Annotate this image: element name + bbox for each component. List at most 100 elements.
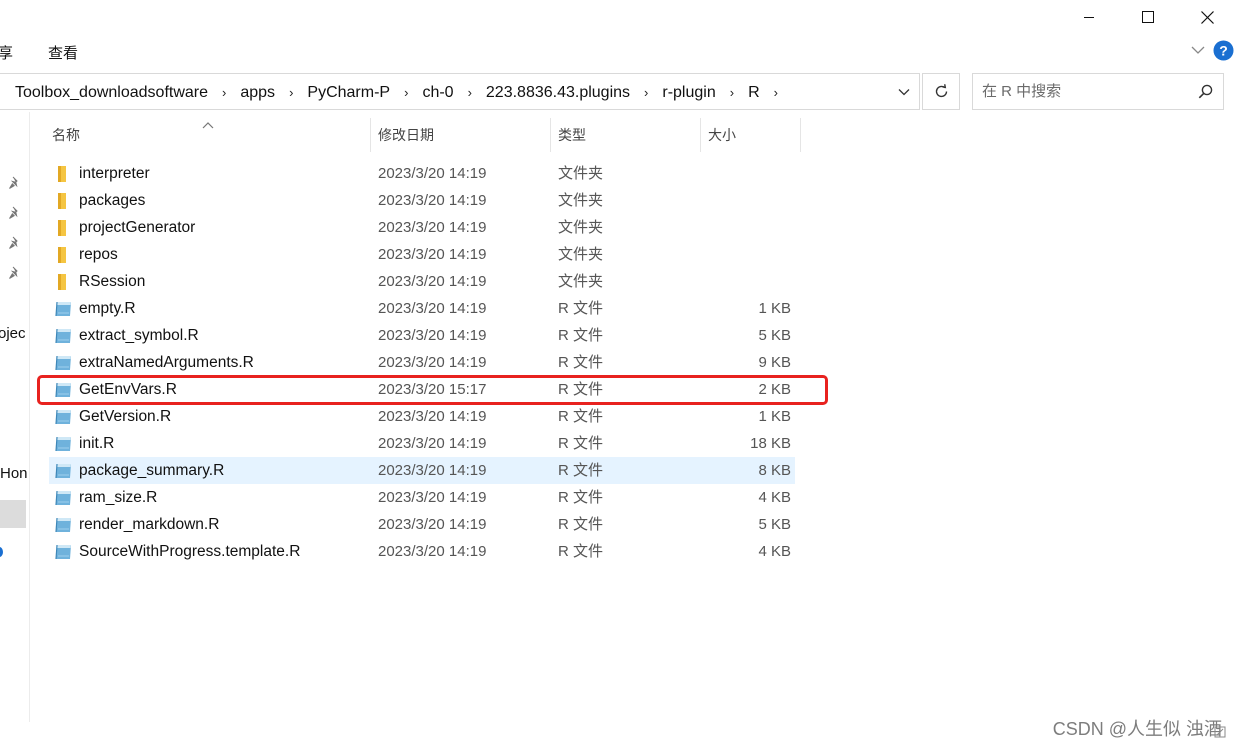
r-file-icon xyxy=(54,300,72,318)
pin-icon[interactable] xyxy=(8,236,22,254)
file-row[interactable]: ram_size.R 2023/3/20 14:19 R 文件 4 KB xyxy=(49,484,795,511)
r-file-icon xyxy=(54,516,72,534)
file-name: interpreter xyxy=(79,165,150,182)
file-date: 2023/3/20 14:19 xyxy=(378,165,487,182)
nav-item-project[interactable]: ojec xyxy=(0,325,26,342)
file-row[interactable]: extract_symbol.R 2023/3/20 14:19 R 文件 5 KB xyxy=(49,322,795,349)
file-size: 4 KB xyxy=(758,489,791,506)
column-divider[interactable] xyxy=(550,118,551,152)
ribbon-tab-view[interactable]: 查看 xyxy=(48,42,78,63)
breadcrumb-item[interactable]: PyCharm-P xyxy=(305,84,392,102)
breadcrumb-item[interactable]: R xyxy=(746,84,762,102)
navigation-pane xyxy=(0,112,30,722)
close-button[interactable] xyxy=(1184,0,1230,34)
column-header-date[interactable]: 修改日期 xyxy=(378,118,434,152)
breadcrumb-item[interactable]: Toolbox_downloadsoftware xyxy=(13,84,210,102)
column-header-type[interactable]: 类型 xyxy=(558,118,586,152)
nav-item-home[interactable]: Hon xyxy=(0,465,28,482)
chevron-right-icon[interactable]: › xyxy=(468,85,472,100)
folder-row[interactable]: projectGenerator 2023/3/20 14:19 文件夹 xyxy=(49,214,795,241)
folder-icon xyxy=(54,219,72,237)
chevron-right-icon[interactable]: › xyxy=(774,85,778,100)
file-size: 5 KB xyxy=(758,327,791,344)
file-size: 1 KB xyxy=(758,408,791,425)
pin-icon[interactable] xyxy=(8,206,22,224)
refresh-button[interactable] xyxy=(922,73,960,110)
file-name: extract_symbol.R xyxy=(79,327,199,344)
file-name: RSession xyxy=(79,273,146,290)
breadcrumb-item[interactable]: ch-0 xyxy=(420,84,455,102)
file-type: R 文件 xyxy=(558,462,604,479)
file-date: 2023/3/20 14:19 xyxy=(378,516,487,533)
ribbon-expand-icon[interactable] xyxy=(1190,42,1206,62)
column-header-size[interactable]: 大小 xyxy=(708,118,736,152)
chevron-right-icon[interactable]: › xyxy=(730,85,734,100)
watermark: CSDN @人生似 浊酒 xyxy=(1052,719,1222,739)
file-size xyxy=(701,160,791,187)
file-size: 5 KB xyxy=(758,516,791,533)
file-name: repos xyxy=(79,246,118,263)
file-type: R 文件 xyxy=(558,408,604,425)
column-divider[interactable] xyxy=(370,118,371,152)
file-size: 8 KB xyxy=(758,462,791,479)
column-divider[interactable] xyxy=(800,118,801,152)
ribbon-tab-share[interactable]: 享 xyxy=(0,42,13,63)
maximize-button[interactable] xyxy=(1125,0,1171,34)
folder-row[interactable]: repos 2023/3/20 14:19 文件夹 xyxy=(49,241,795,268)
folder-row[interactable]: RSession 2023/3/20 14:19 文件夹 xyxy=(49,268,795,295)
r-file-icon xyxy=(54,327,72,345)
svg-text:?: ? xyxy=(1219,43,1228,59)
nav-item-selected[interactable] xyxy=(0,500,26,528)
breadcrumb-item[interactable]: 223.8836.43.plugins xyxy=(484,84,632,102)
minimize-button[interactable] xyxy=(1066,0,1112,34)
file-row[interactable]: empty.R 2023/3/20 14:19 R 文件 1 KB xyxy=(49,295,795,322)
file-date: 2023/3/20 14:19 xyxy=(378,246,487,263)
search-box[interactable] xyxy=(972,73,1224,110)
resize-grip-icon[interactable] xyxy=(1214,725,1226,742)
file-row[interactable]: init.R 2023/3/20 14:19 R 文件 18 KB xyxy=(49,430,795,457)
file-name: extraNamedArguments.R xyxy=(79,354,254,371)
breadcrumb: Toolbox_downloadsoftware › apps › PyCharm-… xyxy=(13,74,790,111)
chevron-right-icon[interactable]: › xyxy=(644,85,648,100)
minimize-icon xyxy=(1084,17,1094,18)
chevron-right-icon[interactable]: › xyxy=(404,85,408,100)
maximize-icon xyxy=(1142,11,1154,23)
file-date: 2023/3/20 14:19 xyxy=(378,273,487,290)
help-icon[interactable]: ? xyxy=(1213,40,1234,65)
file-row[interactable]: extraNamedArguments.R 2023/3/20 14:19 R 文件… xyxy=(49,349,795,376)
file-name: package_summary.R xyxy=(79,462,225,479)
file-row[interactable]: package_summary.R 2023/3/20 14:19 R 文件 8 KB xyxy=(49,457,795,484)
chevron-right-icon[interactable]: › xyxy=(289,85,293,100)
file-size xyxy=(701,187,791,214)
file-date: 2023/3/20 14:19 xyxy=(378,192,487,209)
address-bar[interactable]: Toolbox_downloadsoftware › apps › PyCharm-… xyxy=(0,73,920,110)
file-type: R 文件 xyxy=(558,516,604,533)
pin-icon[interactable] xyxy=(8,176,22,194)
folder-row[interactable]: interpreter 2023/3/20 14:19 文件夹 xyxy=(49,160,795,187)
breadcrumb-item[interactable]: apps xyxy=(238,84,277,102)
file-row[interactable]: GetVersion.R 2023/3/20 14:19 R 文件 1 KB xyxy=(49,403,795,430)
column-header-name[interactable]: 名称 xyxy=(52,118,80,152)
file-size xyxy=(701,214,791,241)
r-file-icon xyxy=(54,462,72,480)
address-history-dropdown[interactable] xyxy=(889,74,919,109)
file-type: R 文件 xyxy=(558,543,604,560)
file-type: R 文件 xyxy=(558,327,604,344)
file-name: render_markdown.R xyxy=(79,516,220,533)
folder-row[interactable]: packages 2023/3/20 14:19 文件夹 xyxy=(49,187,795,214)
breadcrumb-item[interactable]: r-plugin xyxy=(660,84,717,102)
pin-icon[interactable] xyxy=(8,266,22,284)
file-row[interactable]: SourceWithProgress.template.R 2023/3/20 1… xyxy=(49,538,795,565)
folder-icon xyxy=(54,165,72,183)
r-file-icon xyxy=(54,543,72,561)
file-row[interactable]: render_markdown.R 2023/3/20 14:19 R 文件 5 KB xyxy=(49,511,795,538)
chevron-right-icon[interactable]: › xyxy=(222,85,226,100)
file-type: 文件夹 xyxy=(558,165,604,182)
file-type: R 文件 xyxy=(558,300,604,317)
search-input[interactable] xyxy=(973,74,1192,109)
file-size xyxy=(701,268,791,295)
file-date: 2023/3/20 14:19 xyxy=(378,543,487,560)
column-divider[interactable] xyxy=(700,118,701,152)
file-size: 18 KB xyxy=(750,435,791,452)
search-icon[interactable] xyxy=(1198,84,1213,99)
